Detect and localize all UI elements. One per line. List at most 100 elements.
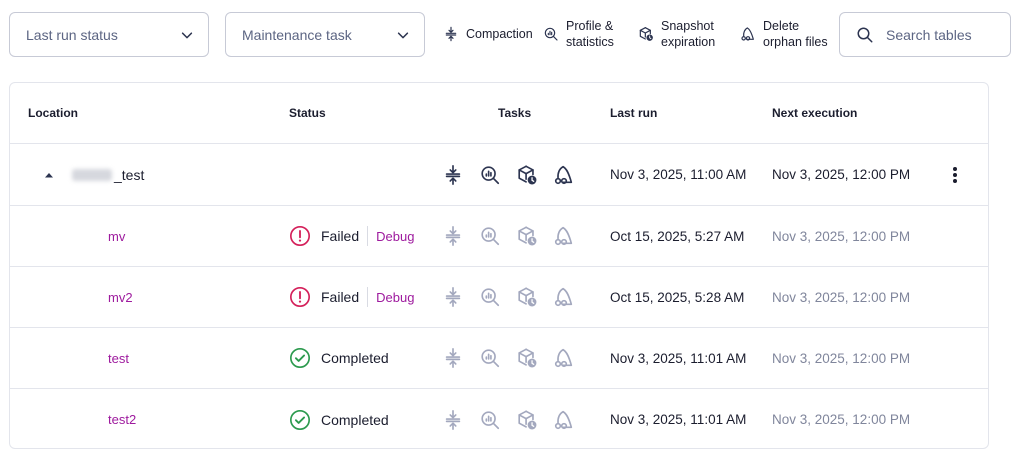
compaction-task-button[interactable]: [442, 286, 464, 308]
maintenance-task-select[interactable]: Maintenance task: [225, 12, 425, 57]
snapshot-expiration-icon: [516, 409, 538, 431]
compaction-task-button[interactable]: [442, 347, 464, 369]
profile-task-button[interactable]: [479, 164, 501, 186]
search-tables-input[interactable]: Search tables: [839, 12, 1011, 57]
compaction-icon: [442, 286, 464, 308]
profile-statistics-icon: [479, 164, 501, 186]
compaction-label: Compaction: [466, 27, 533, 41]
profile-statistics-icon: [479, 347, 501, 369]
compaction-icon: [442, 225, 464, 247]
parent-location: _test: [28, 144, 144, 205]
snapshot-task-button[interactable]: [516, 409, 538, 431]
profile-task-button[interactable]: [479, 225, 501, 247]
status-cell: Completed: [289, 389, 389, 449]
delete-orphan-files-icon: [553, 409, 575, 431]
profile-label-line1: Profile &: [566, 19, 614, 33]
tables-table: Location Status Tasks Last run Next exec…: [9, 82, 989, 449]
task-icons: [442, 206, 575, 266]
chevron-down-icon: [180, 28, 194, 42]
parent-name: _test: [114, 166, 145, 183]
last-run: Oct 15, 2025, 5:27 AM: [610, 228, 745, 244]
last-run: Oct 15, 2025, 5:28 AM: [610, 289, 745, 305]
compaction-task-button[interactable]: [442, 225, 464, 247]
profile-statistics-icon: [479, 286, 501, 308]
next-execution: Nov 3, 2025, 12:00 PM: [772, 228, 911, 244]
profile-label-line2: statistics: [566, 35, 614, 49]
header-status[interactable]: Status: [289, 83, 326, 143]
search-placeholder: Search tables: [886, 26, 972, 43]
table-row[interactable]: test2 Completed Nov 3, 2025, 11:01 AM No…: [10, 389, 988, 449]
snapshot-task-button[interactable]: [516, 164, 538, 186]
table-row[interactable]: mv2 Failed Debug Oct 15, 2025, 5:28 AM N…: [10, 267, 988, 328]
debug-link[interactable]: Debug: [376, 290, 414, 305]
compaction-icon: [443, 26, 459, 42]
compaction-task-button[interactable]: [442, 164, 464, 186]
caret-up-icon[interactable]: [44, 170, 54, 180]
compaction-icon: [442, 164, 464, 186]
snapshot-expiration-icon: [516, 347, 538, 369]
snapshot-expiration-icon: [638, 26, 654, 42]
snapshot-task-button[interactable]: [516, 347, 538, 369]
profile-statistics-filter-button[interactable]: Profile & statistics: [543, 18, 614, 50]
delete-orphan-files-icon: [553, 286, 575, 308]
check-circle-icon: [289, 409, 311, 431]
status-text: Completed: [321, 350, 389, 366]
snapshot-task-button[interactable]: [516, 225, 538, 247]
parent-table-row[interactable]: _test Nov 3, 2025, 11:00 AM Nov 3, 2025,…: [10, 144, 988, 206]
check-circle-icon: [289, 347, 311, 369]
profile-task-button[interactable]: [479, 347, 501, 369]
orphan-task-button[interactable]: [553, 347, 575, 369]
table-name-link[interactable]: test: [108, 328, 129, 388]
last-run-status-select[interactable]: Last run status: [9, 12, 209, 57]
orphan-label-line1: Delete: [763, 19, 800, 33]
filter-toolbar: Last run status Maintenance task Compact…: [0, 0, 1018, 70]
table-name-link[interactable]: mv2: [108, 267, 133, 327]
header-last-run[interactable]: Last run: [610, 83, 657, 143]
header-location[interactable]: Location: [28, 83, 78, 143]
last-run: Nov 3, 2025, 11:01 AM: [610, 350, 747, 366]
next-execution: Nov 3, 2025, 12:00 PM: [772, 412, 911, 427]
task-icons: [442, 328, 575, 388]
compaction-filter-button[interactable]: Compaction: [443, 26, 533, 42]
delete-orphan-files-icon: [740, 26, 756, 42]
status-cell: Completed: [289, 328, 389, 388]
table-name-link[interactable]: test2: [108, 389, 136, 448]
orphan-task-button[interactable]: [553, 409, 575, 431]
header-next-execution[interactable]: Next execution: [772, 83, 857, 143]
profile-task-button[interactable]: [479, 409, 501, 431]
table-header: Location Status Tasks Last run Next exec…: [10, 83, 988, 144]
next-execution: Nov 3, 2025, 12:00 PM: [772, 350, 911, 366]
parent-task-icons: [442, 144, 575, 205]
status-text: Failed: [321, 289, 360, 305]
delete-orphan-files-icon: [553, 347, 575, 369]
redacted-name: [72, 168, 112, 181]
snapshot-label-line1: Snapshot: [661, 19, 714, 33]
orphan-task-button[interactable]: [553, 225, 575, 247]
chevron-down-icon: [396, 28, 410, 42]
snapshot-expiration-icon: [516, 164, 538, 186]
orphan-task-button[interactable]: [553, 286, 575, 308]
snapshot-expiration-filter-button[interactable]: Snapshot expiration: [638, 18, 715, 50]
table-row[interactable]: mv Failed Debug Oct 15, 2025, 5:27 AM No…: [10, 206, 988, 267]
orphan-task-button[interactable]: [553, 164, 575, 186]
status-cell: Failed Debug: [289, 267, 414, 327]
parent-next-execution: Nov 3, 2025, 12:00 PM: [772, 167, 911, 182]
divider: [367, 226, 369, 246]
profile-statistics-icon: [543, 26, 559, 42]
divider: [367, 287, 369, 307]
header-tasks: Tasks: [498, 106, 532, 120]
profile-task-button[interactable]: [479, 286, 501, 308]
snapshot-task-button[interactable]: [516, 286, 538, 308]
profile-statistics-icon: [479, 409, 501, 431]
debug-link[interactable]: Debug: [376, 229, 414, 244]
compaction-task-button[interactable]: [442, 409, 464, 431]
kebab-menu-icon: [953, 166, 957, 183]
next-execution: Nov 3, 2025, 12:00 PM: [772, 289, 911, 305]
parent-last-run: Nov 3, 2025, 11:00 AM: [610, 167, 747, 182]
delete-orphan-files-filter-button[interactable]: Delete orphan files: [740, 18, 828, 50]
table-name-link[interactable]: mv: [108, 206, 125, 266]
row-menu-button[interactable]: [952, 144, 958, 205]
maintenance-task-label: Maintenance task: [242, 26, 352, 43]
table-row[interactable]: test Completed Nov 3, 2025, 11:01 AM Nov…: [10, 328, 988, 389]
error-icon: [289, 225, 311, 247]
